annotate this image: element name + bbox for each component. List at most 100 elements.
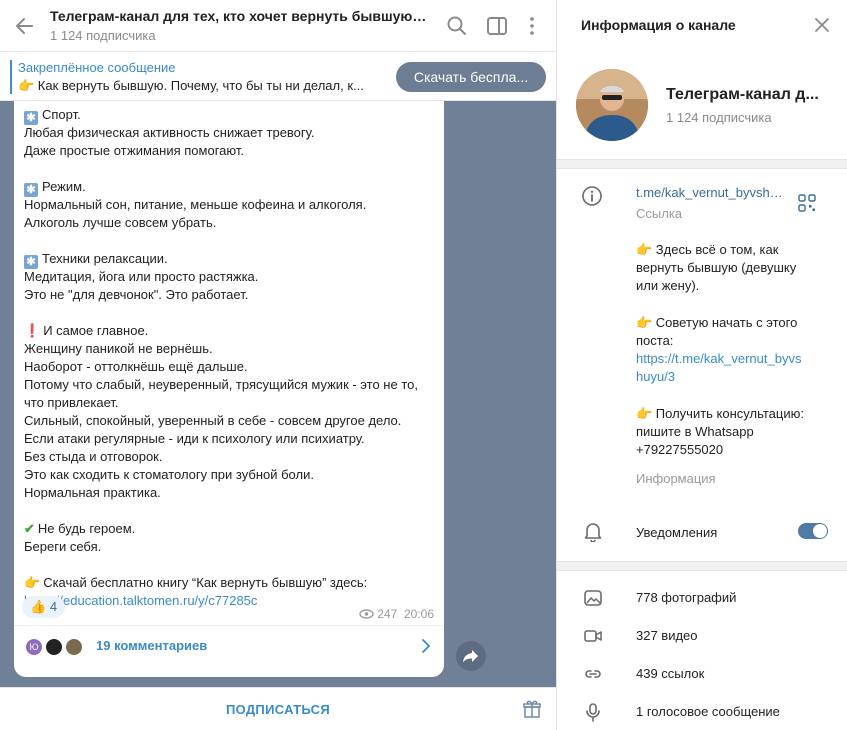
media-row-video[interactable]: 327 видео bbox=[557, 617, 847, 655]
description-line: 👉 Советую начать с этого bbox=[636, 315, 798, 330]
sidebar-toggle-icon[interactable] bbox=[485, 14, 509, 38]
channel-link[interactable]: t.me/kak_vernut_byvshuyu bbox=[636, 185, 786, 200]
video-icon bbox=[584, 630, 602, 642]
message-line-text: Если атаки регулярные - иди к психологу … bbox=[24, 431, 365, 446]
message-line: Нормальная практика. bbox=[24, 484, 439, 502]
message-line: ✔ Не будь героем. bbox=[24, 520, 439, 538]
check-emoji-icon: ✔ bbox=[24, 521, 35, 536]
description-line: 👉 Получить консультацию: bbox=[636, 406, 804, 421]
thumbs-up-icon: 👍 bbox=[30, 599, 47, 614]
message-line: Если атаки регулярные - иди к психологу … bbox=[24, 430, 439, 448]
media-row-microphone[interactable]: 1 голосовое сообщение bbox=[557, 693, 847, 730]
message-line-text: Скачай бесплатно книгу “Как вернуть бывш… bbox=[43, 575, 368, 590]
message-line-text: Без стыда и отговорок. bbox=[24, 449, 163, 464]
pinned-text: 👉 Как вернуть бывшую. Почему, что бы ты … bbox=[18, 78, 364, 93]
message-line-text: И самое главное. bbox=[43, 323, 149, 338]
message-line-text: Даже простые отжимания помогают. bbox=[24, 143, 244, 158]
channel-subscribers: 1 124 подписчика bbox=[666, 110, 772, 125]
comments-button[interactable]: Ю 19 комментариев bbox=[14, 626, 444, 666]
close-icon[interactable] bbox=[813, 16, 831, 34]
message-line-text: Любая физическая активность снижает трев… bbox=[24, 125, 315, 140]
message-line-text: Наоборот - оттолкнёшь ещё дальше. bbox=[24, 359, 248, 374]
forward-button[interactable] bbox=[456, 641, 486, 671]
link-label: Ссылка bbox=[636, 206, 683, 221]
message-line-text: Потому что слабый, неуверенный, трясущий… bbox=[24, 377, 418, 392]
link-icon bbox=[585, 670, 601, 678]
message-line: Медитация, йога или просто растяжка. bbox=[24, 268, 439, 286]
message-line: ❗ И самое главное. bbox=[24, 322, 439, 340]
message-line-text: Техники релаксации. bbox=[42, 251, 168, 266]
channel-avatar-photo bbox=[576, 69, 648, 141]
description-line: пишите в Whatsapp bbox=[636, 424, 754, 439]
channel-title[interactable]: Телеграм-канал для тех, кто хочет вернут… bbox=[50, 8, 430, 24]
description-line: 👉 Здесь всё о том, как bbox=[636, 242, 779, 257]
info-icon bbox=[582, 186, 602, 206]
media-row-photo[interactable]: 778 фотографий bbox=[557, 579, 847, 617]
search-icon[interactable] bbox=[445, 14, 469, 38]
channel-name: Телеграм-канал д... bbox=[666, 86, 819, 103]
message-line: Это не "для девчонок". Это работает. bbox=[24, 286, 439, 304]
channel-info-panel: Информация о канале Телеграм-канал д... … bbox=[556, 0, 847, 730]
back-arrow-icon[interactable] bbox=[12, 13, 38, 39]
asterisk-emoji-icon: ✱ bbox=[24, 111, 38, 125]
message-line-text: Нормальная практика. bbox=[24, 485, 161, 500]
message-line-text: Спорт. bbox=[42, 107, 81, 122]
message-line-text: Нормальный сон, питание, меньше кофеина … bbox=[24, 197, 367, 212]
bottom-bar: ПОДПИСАТЬСЯ bbox=[0, 687, 556, 730]
gift-icon[interactable] bbox=[522, 699, 542, 719]
message-line: Алкоголь лучше совсем убрать. bbox=[24, 214, 439, 232]
description-link[interactable]: huyu/3 bbox=[636, 367, 836, 385]
pinned-download-button[interactable]: Скачать беспла... bbox=[396, 62, 546, 92]
media-label: 439 ссылок bbox=[636, 666, 705, 681]
bell-icon bbox=[584, 523, 602, 542]
subscriber-count: 1 124 подписчика bbox=[50, 28, 156, 43]
channel-description: 👉 Здесь всё о том, как вернуть бывшую (де… bbox=[636, 240, 836, 458]
description-line: вернуть бывшую (девушку bbox=[636, 260, 797, 275]
chat-pane: Телеграм-канал для тех, кто хочет вернут… bbox=[0, 0, 556, 730]
chat-header: Телеграм-канал для тех, кто хочет вернут… bbox=[0, 0, 556, 52]
asterisk-emoji-icon: ✱ bbox=[24, 183, 38, 197]
commenter-avatar: Ю bbox=[24, 637, 44, 657]
media-label: 778 фотографий bbox=[636, 590, 737, 605]
more-options-icon[interactable] bbox=[520, 14, 544, 38]
asterisk-emoji-icon: ✱ bbox=[24, 255, 38, 269]
message-line: Любая физическая активность снижает трев… bbox=[24, 124, 439, 142]
description-link[interactable]: https://t.me/kak_vernut_byvs bbox=[636, 349, 836, 367]
qr-code-icon[interactable] bbox=[798, 194, 816, 212]
media-row-link[interactable]: 439 ссылок bbox=[557, 655, 847, 693]
views-count: 247 bbox=[377, 607, 398, 621]
message-meta: 247 20:06 bbox=[359, 607, 434, 621]
media-label: 327 видео bbox=[636, 628, 698, 643]
commenter-avatar bbox=[64, 637, 84, 657]
description-label: Информация bbox=[636, 471, 716, 486]
channel-avatar[interactable] bbox=[576, 69, 648, 141]
message-line-text: Сильный, спокойный, уверенный в себе - с… bbox=[24, 413, 402, 428]
description-line: или жену). bbox=[636, 278, 700, 293]
exclamation-emoji-icon: ❗ bbox=[24, 323, 41, 338]
section-divider bbox=[557, 159, 847, 169]
notifications-toggle[interactable] bbox=[798, 523, 828, 539]
reaction-thumbs-up[interactable]: 👍 4 bbox=[22, 596, 66, 618]
pointing-hand-emoji-icon: 👉 bbox=[24, 575, 41, 590]
message-line: Без стыда и отговорок. bbox=[24, 448, 439, 466]
subscribe-button[interactable]: ПОДПИСАТЬСЯ bbox=[0, 688, 556, 730]
message-line-text: что привлекает. bbox=[24, 395, 119, 410]
message-line-text: Медитация, йога или просто растяжка. bbox=[24, 269, 259, 284]
section-divider bbox=[557, 561, 847, 571]
message-line: Женщину паникой не вернёшь. bbox=[24, 340, 439, 358]
forward-icon bbox=[463, 650, 478, 663]
message-line-text: Алкоголь лучше совсем убрать. bbox=[24, 215, 217, 230]
reaction-count: 4 bbox=[49, 599, 58, 614]
pinned-indicator bbox=[10, 60, 12, 94]
pinned-message-bar[interactable]: Закреплённое сообщение 👉 Как вернуть быв… bbox=[0, 53, 556, 101]
pinned-title: Закреплённое сообщение bbox=[18, 60, 176, 75]
message-text: ✱ Спорт. Любая физическая активность снижа… bbox=[24, 106, 439, 610]
message-line: Нормальный сон, питание, меньше кофеина … bbox=[24, 196, 439, 214]
description-line: +79227555020 bbox=[636, 442, 724, 457]
toggle-knob bbox=[813, 524, 827, 538]
